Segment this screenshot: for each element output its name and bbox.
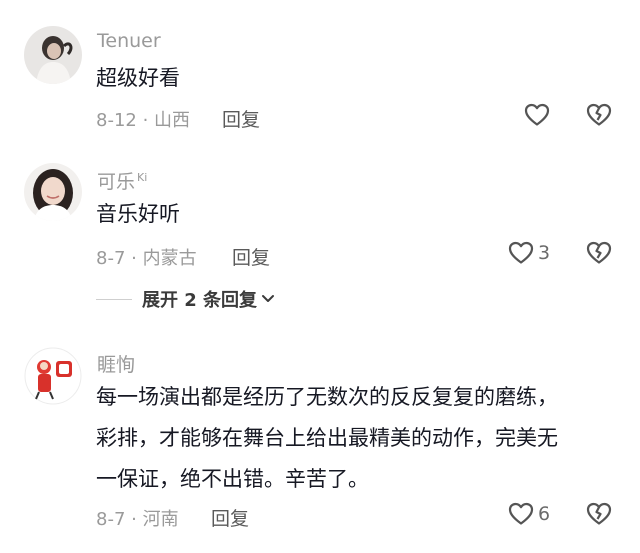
heart-icon	[508, 502, 534, 525]
comment-text-line: 彩排，才能够在舞台上给出最精美的动作，完美无	[96, 426, 558, 450]
comment-text: 超级好看	[96, 66, 180, 90]
username[interactable]: 可乐 Ki	[97, 167, 147, 194]
broken-heart-icon	[586, 103, 612, 126]
username[interactable]: Tenuer	[97, 30, 161, 52]
comment-item: 睚恂 每一场演出都是经历了无数次的反反复复的磨练， 彩排，才能够在舞台上给出最精…	[0, 320, 640, 553]
like-button[interactable]: 3	[508, 241, 550, 265]
chevron-down-icon	[262, 295, 275, 302]
username-text: 可乐	[97, 171, 136, 193]
reply-button[interactable]: 回复	[232, 243, 270, 270]
heart-icon	[524, 103, 550, 126]
broken-heart-icon	[586, 241, 612, 264]
username-suffix: Ki	[137, 170, 148, 184]
avatar[interactable]	[24, 26, 82, 84]
dislike-button[interactable]	[586, 241, 612, 265]
divider	[96, 298, 132, 300]
avatar[interactable]	[24, 163, 82, 221]
comment-meta: 8-7 · 内蒙古	[96, 248, 197, 269]
like-count: 3	[538, 242, 551, 264]
comment-item: 可乐 Ki 音乐好听 8-7 · 内蒙古 回复 3 展开 2 条回复	[0, 140, 640, 320]
dislike-button[interactable]	[586, 103, 612, 127]
comment-text-line: 一保证，绝不出错。辛苦了。	[96, 467, 369, 491]
like-button[interactable]: 6	[508, 502, 550, 526]
reply-button[interactable]: 回复	[211, 504, 249, 531]
expand-replies-button[interactable]: 展开 2 条回复	[96, 286, 275, 312]
comment-text: 音乐好听	[96, 202, 180, 226]
comment-text-line: 每一场演出都是经历了无数次的反反复复的磨练，	[96, 385, 558, 409]
avatar-cartoon-icon	[24, 347, 82, 405]
reply-button[interactable]: 回复	[222, 105, 260, 132]
comment-item: Tenuer 超级好看 8-12 · 山西 回复	[0, 0, 640, 140]
avatar-photo-icon	[24, 163, 82, 221]
comment-meta: 8-7 · 河南	[96, 509, 179, 530]
expand-replies-label: 展开 2 条回复	[142, 290, 258, 311]
like-count: 6	[538, 503, 551, 525]
avatar-photo-icon	[24, 26, 82, 84]
dislike-button[interactable]	[586, 502, 612, 526]
heart-icon	[508, 241, 534, 264]
like-button[interactable]	[524, 103, 554, 127]
avatar[interactable]	[24, 347, 82, 405]
username[interactable]: 睚恂	[97, 350, 135, 377]
broken-heart-icon	[586, 502, 612, 525]
comment-meta: 8-12 · 山西	[96, 110, 191, 131]
